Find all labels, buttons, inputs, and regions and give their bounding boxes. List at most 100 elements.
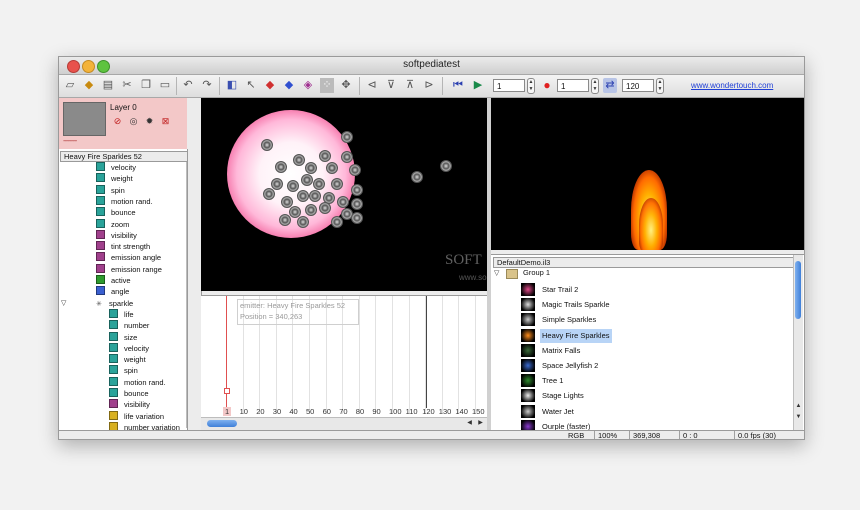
end-frame-line[interactable] [426,296,427,408]
timeline-scroll-right[interactable]: ▶ [476,419,485,428]
rewind-icon[interactable]: ⏮ [451,78,465,93]
stage-view[interactable]: SOFT www.so [201,98,487,291]
tree-item[interactable]: emission range [96,263,162,275]
timeline-tick: 10 [239,407,248,416]
layer-thumbnail[interactable] [63,102,106,136]
tree-item[interactable]: bounce [109,388,149,399]
timeline-emitter-label: emitter: Heavy Fire Sparkles 52 [240,301,346,310]
tree-item[interactable]: velocity [109,342,149,354]
tree-item-label: weight [111,174,133,184]
group-label[interactable]: Group 1 [523,268,550,277]
timeline-tick: 40 [289,407,298,416]
group-disclosure-icon[interactable]: ▽ [494,269,499,277]
emitter-icon[interactable]: ◧ [225,78,239,93]
loop-icon[interactable]: ⇄ [603,78,617,93]
wondertouch-link[interactable]: www.wondertouch.com [691,81,773,90]
sparkle-particle [293,154,305,166]
select-icon[interactable]: ↖ [244,78,258,93]
tree-item-label: size [124,332,138,342]
cut-icon[interactable]: ✂ [120,78,134,93]
particle-icon[interactable]: ◈ [301,78,315,93]
timeline-gridline [441,296,443,414]
record-icon[interactable]: ● [540,78,554,93]
timeline[interactable]: emitter: Heavy Fire Sparkles 52 Position… [201,295,487,431]
tree-item[interactable]: weight [109,354,146,365]
layer-target-icon[interactable]: ◎ [128,116,139,127]
grid-icon[interactable]: ⁘ [320,78,334,93]
save-icon[interactable]: ▤ [101,78,115,93]
sparkle-particle [313,178,325,190]
tree-item[interactable]: motion rand. [96,195,153,207]
undo-icon[interactable]: ↶ [181,78,195,93]
nav-down-icon[interactable]: ⊽ [384,78,398,93]
tree-item[interactable]: zoom [96,218,129,230]
tree-item[interactable]: visibility [109,399,150,410]
tree-item[interactable]: life variation [109,410,164,422]
property-icon [109,354,118,364]
effect-thumbnail-icon [521,343,535,357]
library-scroll-down[interactable]: ▼ [794,413,803,422]
tree-item-label: emission angle [111,253,162,263]
disclosure-icon[interactable]: ▽ [61,298,66,309]
library-scroll-thumb[interactable] [795,261,801,319]
shape-icon[interactable]: ◆ [263,78,277,93]
end-frame-field[interactable]: 120 [622,79,654,92]
tree-item[interactable]: number [109,320,149,331]
library-scroll-up[interactable]: ▲ [794,402,803,411]
timeline-position-label: Position = 340,263 [240,312,303,321]
playhead-key[interactable] [224,388,230,394]
splitter[interactable] [188,98,202,430]
tree-item[interactable]: motion rand. [109,376,166,388]
tree-item-label: angle [111,287,130,297]
new-icon[interactable]: ▱ [63,78,77,93]
property-icon [96,229,105,239]
property-icon [109,342,118,352]
move-icon[interactable]: ✥ [339,78,353,93]
tree-item[interactable]: size [109,331,138,343]
nav-left-icon[interactable]: ⊲ [365,78,379,93]
tree-item[interactable]: emission angle [96,252,161,263]
tree-item[interactable]: number variation [109,421,180,430]
paste-icon[interactable]: ▭ [158,78,172,93]
timeline-scroll-thumb[interactable] [207,420,237,427]
tree-item[interactable]: visibility [96,229,137,241]
tree-item[interactable]: active [96,275,131,286]
tree-item[interactable]: weight [96,173,133,184]
tree-item[interactable]: spin [96,184,125,196]
record-field[interactable]: 1 [557,79,589,92]
effect-thumbnail-icon [521,374,535,388]
library-item-label: Heavy Fire Sparkles [540,328,612,343]
tree-item[interactable]: angle [96,286,129,297]
frame-stepper[interactable]: ▲ ▼ [527,78,535,94]
layer-icon[interactable]: ◆ [282,78,296,93]
nav-right-icon[interactable]: ⊳ [422,78,436,93]
effect-thumbnail-icon [521,359,535,372]
timeline-tick: 80 [355,407,365,416]
open-icon[interactable]: ◆ [82,78,96,93]
tree-item[interactable]: velocity [96,162,136,173]
tree-item[interactable]: life [109,308,134,320]
library-item-label: Simple Sparkles [542,315,597,325]
tree-item[interactable]: ▽ ✳ sparkle [61,298,133,309]
sparkle-particle [341,131,353,143]
preview-view[interactable] [491,98,804,250]
layer-hide-icon[interactable]: ⊘ [112,116,123,127]
effect-thumbnail-icon [521,389,535,403]
layer-delete-icon[interactable]: ⊠ [160,116,171,127]
timeline-scrollbar[interactable]: ◀ ▶ [201,417,487,430]
tree-item[interactable]: bounce [96,207,136,218]
redo-icon[interactable]: ↷ [200,78,214,93]
tree-item[interactable]: spin [109,365,138,376]
copy-icon[interactable]: ❐ [139,78,153,93]
frame-field[interactable]: 1 [493,79,525,92]
play-icon[interactable]: ▶ [471,78,485,93]
nav-up-icon[interactable]: ⊼ [403,78,417,93]
library-item-label: Matrix Falls [542,345,581,355]
tree-item-label: visibility [111,230,137,240]
end-frame-stepper[interactable]: ▲ ▼ [656,78,664,94]
layer-gear-icon[interactable]: ✹ [144,116,155,127]
tree-item[interactable]: tint strength [96,241,150,252]
record-stepper[interactable]: ▲ ▼ [591,78,599,94]
library-scrollbar[interactable]: ▲ ▼ [793,255,803,431]
timeline-scroll-left[interactable]: ◀ [465,419,474,428]
